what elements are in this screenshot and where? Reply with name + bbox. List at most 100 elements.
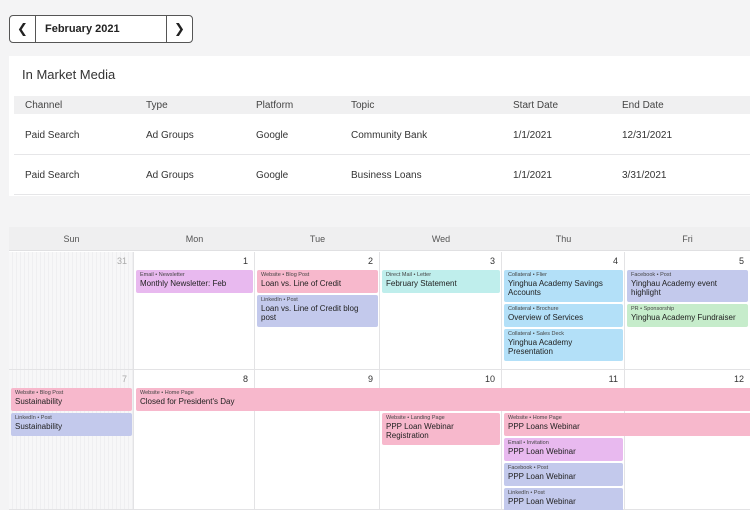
calendar-event[interactable]: Website • Blog Post Sustainability bbox=[11, 388, 132, 411]
table-row[interactable]: Paid Search Ad Groups Google Business Lo… bbox=[14, 155, 750, 195]
event-category: LinkedIn • Post bbox=[508, 490, 545, 496]
weekday-header: Sun Mon Tue Wed Thu Fri bbox=[9, 227, 750, 251]
weekday-tue: Tue bbox=[309, 234, 326, 244]
event-title: Yinghua Academy Presentation bbox=[508, 338, 573, 356]
weekday-thu: Thu bbox=[555, 234, 572, 244]
weekday-sun: Sun bbox=[63, 234, 80, 244]
day-number: 7 bbox=[121, 374, 127, 384]
event-title: Yinghua Academy Fundraiser bbox=[631, 313, 736, 322]
calendar-event[interactable]: Email • Newsletter Monthly Newsletter: F… bbox=[136, 270, 253, 293]
calendar-event[interactable]: Email • Invitation PPP Loan Webinar bbox=[504, 438, 623, 461]
calendar-event[interactable]: PR • Sponsorship Yinghua Academy Fundrai… bbox=[627, 304, 748, 327]
next-month-button[interactable]: ❯ bbox=[166, 16, 192, 42]
event-category: Website • Home Page bbox=[508, 415, 562, 421]
event-title: Sustainability bbox=[15, 422, 63, 431]
start-date-cell: 1/1/2021 bbox=[513, 170, 552, 181]
column-header-type[interactable]: Type bbox=[146, 100, 168, 111]
event-category: Facebook • Post bbox=[631, 272, 672, 278]
event-category: Website • Landing Page bbox=[386, 415, 445, 421]
event-title: Monthly Newsletter: Feb bbox=[140, 279, 227, 288]
event-title: PPP Loan Webinar bbox=[508, 497, 576, 506]
calendar-event[interactable]: Facebook • Post Yinghau Academy event hi… bbox=[627, 270, 748, 302]
day-number: 12 bbox=[733, 374, 744, 384]
event-title: Yinghua Academy Savings Accounts bbox=[508, 279, 603, 297]
weekday-wed: Wed bbox=[431, 234, 451, 244]
end-date-cell: 3/31/2021 bbox=[622, 170, 667, 181]
event-title: February Statement bbox=[386, 279, 457, 288]
event-category: Email • Invitation bbox=[508, 440, 549, 446]
calendar-event-multiday[interactable]: Website • Home Page PPP Loans Webinar bbox=[504, 413, 750, 436]
event-title: Closed for President's Day bbox=[140, 397, 235, 406]
day-number: 2 bbox=[367, 256, 373, 266]
calendar-event[interactable]: Collateral • Sales Deck Yinghua Academy … bbox=[504, 329, 623, 361]
event-category: LinkedIn • Post bbox=[261, 297, 298, 303]
event-category: Website • Blog Post bbox=[15, 390, 64, 396]
table-row[interactable]: Paid Search Ad Groups Google Community B… bbox=[14, 115, 750, 155]
day-number: 31 bbox=[116, 256, 127, 266]
chevron-left-icon: ❮ bbox=[17, 21, 28, 36]
column-header-topic[interactable]: Topic bbox=[351, 100, 374, 111]
event-title: PPP Loans Webinar bbox=[508, 422, 580, 431]
topic-cell: Business Loans bbox=[351, 170, 422, 181]
day-number: 10 bbox=[484, 374, 495, 384]
event-category: Collateral • Sales Deck bbox=[508, 331, 565, 337]
chevron-right-icon: ❯ bbox=[174, 21, 185, 36]
weekday-mon: Mon bbox=[185, 234, 204, 244]
topic-cell: Community Bank bbox=[351, 130, 428, 141]
event-title: Loan vs. Line of Credit bbox=[261, 279, 342, 288]
day-number: 9 bbox=[367, 374, 373, 384]
day-number: 3 bbox=[489, 256, 495, 266]
event-category: Website • Blog Post bbox=[261, 272, 310, 278]
event-category: LinkedIn • Post bbox=[15, 415, 52, 421]
day-number: 8 bbox=[242, 374, 248, 384]
day-number: 1 bbox=[242, 256, 248, 266]
month-label: February 2021 bbox=[45, 23, 120, 35]
calendar-event[interactable]: Website • Landing Page PPP Loan Webinar … bbox=[382, 413, 500, 445]
column-header-start-date[interactable]: Start Date bbox=[513, 100, 558, 111]
event-title: PPP Loan Webinar bbox=[508, 472, 576, 481]
event-title: Loan vs. Line of Credit blog post bbox=[261, 304, 359, 322]
day-number: 4 bbox=[612, 256, 618, 266]
calendar-event[interactable]: Collateral • Brochure Overview of Servic… bbox=[504, 304, 623, 327]
day-number: 11 bbox=[608, 374, 618, 384]
prev-month-button[interactable]: ❮ bbox=[10, 16, 36, 42]
type-cell: Ad Groups bbox=[146, 130, 194, 141]
channel-cell: Paid Search bbox=[25, 130, 80, 141]
weekday-fri: Fri bbox=[682, 234, 693, 244]
calendar-event[interactable]: LinkedIn • Post Sustainability bbox=[11, 413, 132, 436]
start-date-cell: 1/1/2021 bbox=[513, 130, 552, 141]
in-market-media-panel: In Market Media Channel Type Platform To… bbox=[9, 56, 750, 196]
media-table-header: Channel Type Platform Topic Start Date E… bbox=[14, 96, 750, 114]
month-navigator: ❮ February 2021 ❯ bbox=[9, 15, 193, 43]
event-title: Yinghau Academy event highlight bbox=[631, 279, 717, 297]
calendar-grid: Sun Mon Tue Wed Thu Fri 31 1 2 3 4 5 7 8… bbox=[9, 227, 750, 510]
end-date-cell: 12/31/2021 bbox=[622, 130, 673, 141]
event-title: Overview of Services bbox=[508, 313, 584, 322]
day-cell[interactable]: 31 bbox=[9, 252, 134, 370]
event-category: Email • Newsletter bbox=[140, 272, 185, 278]
calendar-event[interactable]: Website • Blog Post Loan vs. Line of Cre… bbox=[257, 270, 378, 293]
column-header-platform[interactable]: Platform bbox=[256, 100, 293, 111]
channel-cell: Paid Search bbox=[25, 170, 80, 181]
event-category: Collateral • Brochure bbox=[508, 306, 559, 312]
calendar-event[interactable]: Direct Mail • Letter February Statement bbox=[382, 270, 500, 293]
platform-cell: Google bbox=[256, 130, 289, 141]
type-cell: Ad Groups bbox=[146, 170, 194, 181]
event-title: PPP Loan Webinar bbox=[508, 447, 576, 456]
event-category: PR • Sponsorship bbox=[631, 306, 675, 312]
event-category: Website • Home Page bbox=[140, 390, 194, 396]
column-header-end-date[interactable]: End Date bbox=[622, 100, 664, 111]
calendar-event[interactable]: LinkedIn • Post Loan vs. Line of Credit … bbox=[257, 295, 378, 327]
event-title: PPP Loan Webinar Registration bbox=[386, 422, 454, 440]
calendar-event[interactable]: Collateral • Flier Yinghua Academy Savin… bbox=[504, 270, 623, 302]
calendar-event[interactable]: Facebook • Post PPP Loan Webinar bbox=[504, 463, 623, 486]
platform-cell: Google bbox=[256, 170, 289, 181]
calendar-event[interactable]: LinkedIn • Post PPP Loan Webinar bbox=[504, 488, 623, 510]
event-title: Sustainability bbox=[15, 397, 63, 406]
calendar-event-multiday[interactable]: Website • Home Page Closed for President… bbox=[136, 388, 750, 411]
column-header-channel[interactable]: Channel bbox=[25, 100, 62, 111]
day-number: 5 bbox=[738, 256, 744, 266]
panel-title: In Market Media bbox=[22, 67, 116, 82]
event-category: Direct Mail • Letter bbox=[386, 272, 432, 278]
event-category: Collateral • Flier bbox=[508, 272, 547, 278]
